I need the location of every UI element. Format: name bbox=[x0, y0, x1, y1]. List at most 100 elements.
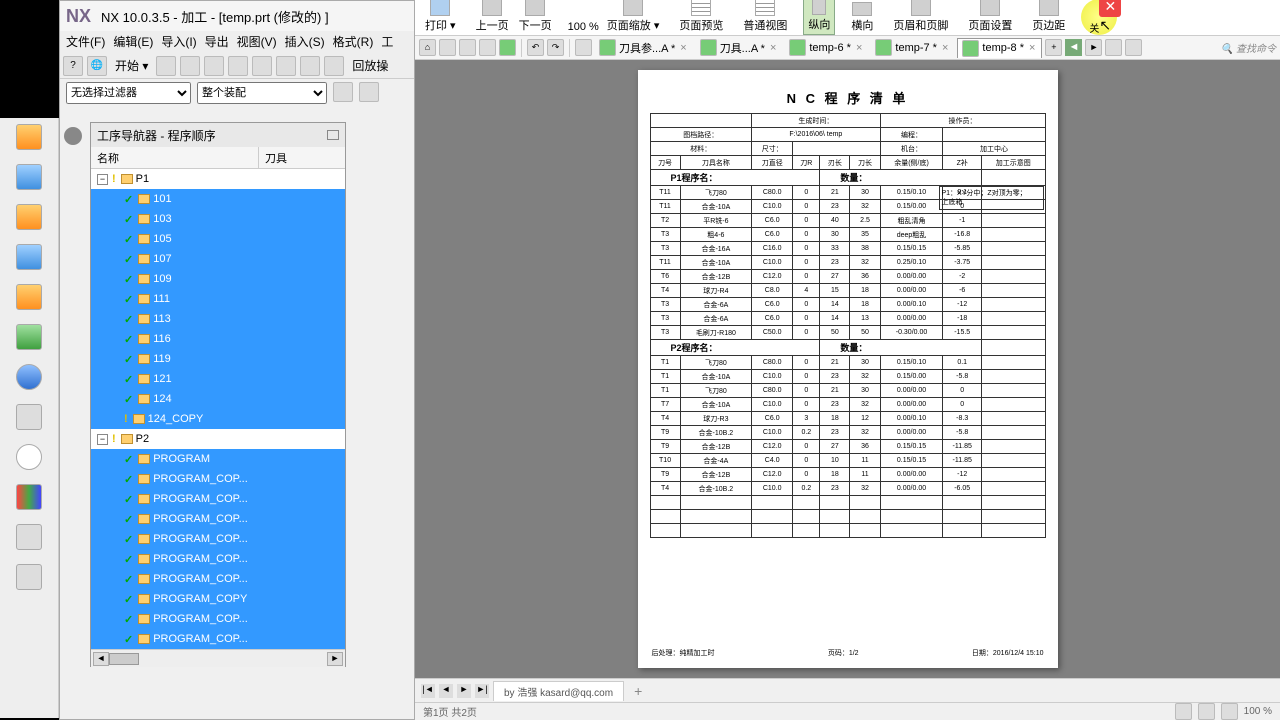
doc-tab-2[interactable]: 刀具...A *× bbox=[696, 38, 783, 57]
tree-row[interactable]: +✓PROGRAM_COPY bbox=[91, 589, 345, 609]
menu-edit[interactable]: 编辑(E) bbox=[111, 31, 155, 53]
scroll-thumb[interactable] bbox=[109, 653, 139, 665]
new-icon[interactable] bbox=[156, 56, 176, 76]
tree-row[interactable]: +✓PROGRAM_COP... bbox=[91, 629, 345, 649]
doc-tab-1[interactable]: 刀具参...A *× bbox=[595, 38, 693, 57]
redo-icon[interactable]: ↷ bbox=[547, 39, 564, 56]
tree-row[interactable]: +✓109 bbox=[91, 269, 345, 289]
undo-icon[interactable]: ↶ bbox=[527, 39, 544, 56]
tab-close-icon[interactable]: × bbox=[1027, 42, 1037, 54]
tree-row[interactable]: +✓124 bbox=[91, 389, 345, 409]
save-icon[interactable] bbox=[204, 56, 224, 76]
gear-icon[interactable] bbox=[64, 127, 82, 145]
tb-icon-6[interactable] bbox=[252, 56, 272, 76]
tree-row[interactable]: +!124_COPY bbox=[91, 409, 345, 429]
tb-icon-7[interactable] bbox=[276, 56, 296, 76]
tree-row[interactable]: +✓113 bbox=[91, 309, 345, 329]
open-icon[interactable] bbox=[180, 56, 200, 76]
selection-filter[interactable]: 无选择过滤器 bbox=[66, 82, 191, 104]
close-icon[interactable]: ✕ bbox=[1099, 0, 1121, 17]
tab-close-icon[interactable]: × bbox=[940, 42, 950, 54]
qt-icon-12[interactable] bbox=[1105, 39, 1122, 56]
nav-icon-history[interactable] bbox=[16, 444, 42, 470]
doc-tab-4[interactable]: temp-7 *× bbox=[871, 38, 954, 57]
nav-icon-1[interactable] bbox=[16, 124, 42, 150]
tree-row[interactable]: +✓PROGRAM_COP... bbox=[91, 489, 345, 509]
tree-row[interactable]: +✓121 bbox=[91, 369, 345, 389]
landscape-button[interactable]: 横向 bbox=[847, 0, 877, 35]
menu-file[interactable]: 文件(F) bbox=[64, 31, 107, 53]
nav-icon-4[interactable] bbox=[16, 244, 42, 270]
menu-view[interactable]: 视图(V) bbox=[235, 31, 279, 53]
qt-icon-13[interactable] bbox=[1125, 39, 1142, 56]
scroll-left-icon[interactable]: ◄ bbox=[93, 652, 109, 666]
tree-row[interactable]: +✓PROGRAM_COP... bbox=[91, 569, 345, 589]
normal-view-button[interactable]: 普通视图 bbox=[739, 0, 791, 35]
tab-close-icon[interactable]: × bbox=[678, 42, 688, 54]
view-mode-icon-1[interactable] bbox=[1175, 703, 1192, 720]
view-mode-icon-2[interactable] bbox=[1198, 703, 1215, 720]
sheet-last-icon[interactable]: ►| bbox=[475, 684, 489, 698]
tree-row[interactable]: +✓105 bbox=[91, 229, 345, 249]
tree-row[interactable]: +✓PROGRAM_COP... bbox=[91, 609, 345, 629]
print-button[interactable]: 打印 ▾ bbox=[421, 0, 460, 35]
filter-icon-2[interactable] bbox=[359, 82, 379, 102]
maximize-icon[interactable] bbox=[327, 130, 339, 140]
header-footer-button[interactable]: 页眉和页脚 bbox=[889, 0, 952, 35]
add-sheet-icon[interactable]: + bbox=[628, 683, 648, 699]
tree-row[interactable]: −!P2 bbox=[91, 429, 345, 449]
assembly-filter[interactable]: 整个装配 bbox=[197, 82, 327, 104]
tree-row[interactable]: +✓PROGRAM bbox=[91, 449, 345, 469]
tb-icon-9[interactable] bbox=[324, 56, 344, 76]
view-mode-icon-3[interactable] bbox=[1221, 703, 1238, 720]
tab-close-icon[interactable]: × bbox=[854, 42, 864, 54]
tree-row[interactable]: +✓103 bbox=[91, 209, 345, 229]
doc-tab-5[interactable]: temp-8 *× bbox=[957, 38, 1042, 58]
tree-row[interactable]: +✓PROGRAM_COP... bbox=[91, 469, 345, 489]
col-tool[interactable]: 刀具 bbox=[259, 147, 339, 168]
page-zoom-button[interactable]: 页面缩放 ▾ bbox=[603, 0, 664, 35]
nav-icon-8[interactable] bbox=[16, 404, 42, 430]
nav-icon-2[interactable] bbox=[16, 164, 42, 190]
qt-icon-8[interactable] bbox=[575, 39, 592, 56]
tree-row[interactable]: +✓107 bbox=[91, 249, 345, 269]
qt-print-icon[interactable] bbox=[439, 39, 456, 56]
filter-icon-1[interactable] bbox=[333, 82, 353, 102]
sheet-first-icon[interactable]: |◄ bbox=[421, 684, 435, 698]
command-search[interactable]: 🔍 查找命令 bbox=[1221, 40, 1276, 55]
page-setup-button[interactable]: 页面设置 bbox=[964, 0, 1016, 35]
start-dropdown[interactable]: 开始 ▾ bbox=[111, 55, 152, 76]
menu-import[interactable]: 导入(I) bbox=[159, 31, 198, 53]
qt-home-icon[interactable]: ⌂ bbox=[419, 39, 436, 56]
playback-button[interactable]: 回放操 bbox=[348, 55, 392, 76]
scroll-right-icon[interactable]: ► bbox=[327, 652, 343, 666]
sheet-next-icon[interactable]: ► bbox=[457, 684, 471, 698]
help-icon[interactable]: ? bbox=[63, 56, 83, 76]
doc-tab-3[interactable]: temp-6 *× bbox=[785, 38, 868, 57]
menu-insert[interactable]: 插入(S) bbox=[283, 31, 327, 53]
zoom-value[interactable]: 100 % bbox=[568, 21, 599, 35]
new-tab-icon[interactable]: + bbox=[1045, 39, 1062, 56]
tree-row[interactable]: +✓PROGRAM_COP... bbox=[91, 509, 345, 529]
tb-icon-8[interactable] bbox=[300, 56, 320, 76]
navigator-hscroll[interactable]: ◄ ► bbox=[91, 649, 345, 667]
qt-icon-5[interactable] bbox=[499, 39, 516, 56]
tree-row[interactable]: +✓101 bbox=[91, 189, 345, 209]
nav-icon-5[interactable] bbox=[16, 284, 42, 310]
menu-tool[interactable]: 工 bbox=[379, 31, 395, 53]
prev-page-button[interactable]: 上一页 bbox=[472, 0, 513, 35]
nav-icon-10[interactable] bbox=[16, 484, 42, 510]
nav-icon-3[interactable] bbox=[16, 204, 42, 230]
globe-icon[interactable]: 🌐 bbox=[87, 56, 107, 76]
next-page-button[interactable]: 下一页 bbox=[515, 0, 556, 35]
nav-icon-11[interactable] bbox=[16, 524, 42, 550]
close-preview-button[interactable]: ✕ ↖ 关 bbox=[1081, 0, 1117, 35]
portrait-button[interactable]: 纵向 bbox=[803, 0, 835, 35]
col-name[interactable]: 名称 bbox=[91, 147, 259, 168]
margin-button[interactable]: 页边距 bbox=[1028, 0, 1069, 35]
nav-icon-6[interactable] bbox=[16, 324, 42, 350]
print-preview-canvas[interactable]: N C 程 序 清 单 生成时间：操作员：图档路径：F:\2016\06\ te… bbox=[415, 60, 1280, 678]
menu-format[interactable]: 格式(R) bbox=[331, 31, 376, 53]
tab-close-icon[interactable]: × bbox=[768, 42, 778, 54]
tree-row[interactable]: +✓119 bbox=[91, 349, 345, 369]
